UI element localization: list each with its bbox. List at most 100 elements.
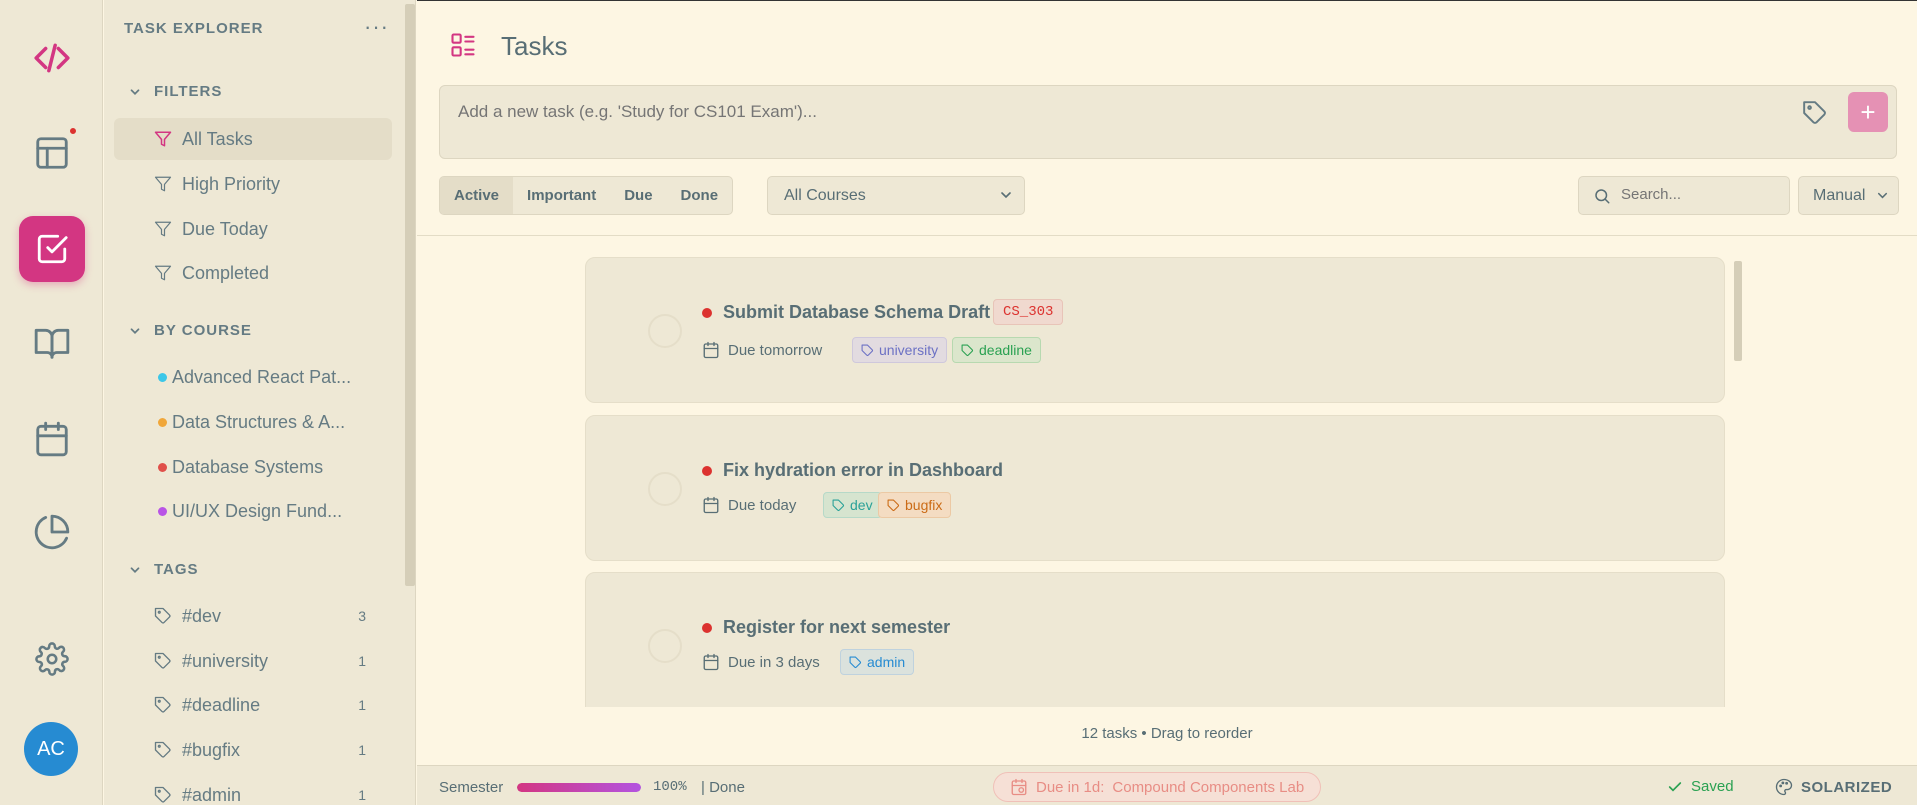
tag-icon — [849, 656, 861, 668]
filter-completed[interactable]: Completed — [114, 252, 392, 294]
course-item[interactable]: UI/UX Design Fund... — [114, 490, 392, 532]
search-input[interactable] — [1621, 186, 1781, 203]
tab-active[interactable]: Active — [440, 177, 514, 214]
user-avatar[interactable]: AC — [24, 722, 78, 776]
filter-label: All Tasks — [182, 128, 253, 149]
priority-dot — [702, 623, 712, 633]
filter-icon — [154, 131, 172, 147]
next-due-task: Compound Components Lab — [1112, 778, 1305, 796]
course-select[interactable]: All Courses — [767, 176, 1025, 215]
tags-section-header[interactable]: TAGS — [128, 561, 199, 578]
task-list: Submit Database Schema Draft CS_303 Due … — [585, 257, 1729, 707]
tag-chip[interactable]: deadline — [952, 337, 1041, 363]
tag-label: #bugfix — [182, 739, 241, 760]
tag-icon — [154, 741, 171, 758]
due-text: Due in 3 days — [728, 653, 820, 671]
sort-value: Manual — [1813, 186, 1866, 204]
tag-label: #dev — [182, 605, 222, 626]
course-item[interactable]: Data Structures & A... — [114, 401, 392, 443]
pie-chart-icon[interactable] — [0, 497, 103, 567]
tag-chip[interactable]: university — [852, 337, 948, 363]
page-title: Tasks — [501, 31, 568, 61]
semester-done-text: | Done — [701, 779, 745, 796]
task-checkbox[interactable] — [648, 472, 682, 506]
next-due-pill[interactable]: Due in 1d: Compound Components Lab — [993, 772, 1322, 802]
course-code-badge: CS_303 — [993, 299, 1064, 325]
main-panel: Tasks + Active Important Due Done All Co… — [417, 0, 1917, 805]
filter-high-priority[interactable]: High Priority — [114, 163, 392, 205]
activity-bar: AC — [0, 0, 103, 805]
course-label: Data Structures & A... — [172, 411, 346, 432]
tag-icon — [154, 786, 171, 803]
tag-chip[interactable]: bugfix — [878, 492, 952, 518]
book-icon[interactable] — [0, 308, 103, 378]
calendar-icon — [703, 653, 719, 671]
tag-chip-label: university — [879, 342, 939, 358]
tasks-check-icon — [18, 216, 85, 282]
by-course-section-header[interactable]: BY COURSE — [128, 322, 252, 339]
check-icon — [1668, 781, 1682, 792]
tag-item[interactable]: #bugfix 1 — [114, 729, 392, 771]
calendar-icon[interactable] — [0, 404, 103, 474]
priority-dot — [702, 466, 712, 476]
tag-icon — [154, 607, 171, 624]
tags-heading: TAGS — [154, 561, 199, 578]
tag-icon — [961, 344, 973, 356]
filters-section-header[interactable]: FILTERS — [128, 83, 222, 100]
task-title: Fix hydration error in Dashboard — [723, 460, 1004, 480]
logo-code-icon[interactable] — [0, 23, 103, 93]
filter-icon — [154, 265, 172, 281]
more-options-icon[interactable]: ··· — [364, 14, 389, 40]
tab-important[interactable]: Important — [513, 177, 610, 214]
tag-item[interactable]: #admin 1 — [114, 774, 392, 805]
palette-icon — [1775, 778, 1793, 796]
tag-item[interactable]: #deadline 1 — [114, 684, 392, 726]
course-item[interactable]: Advanced React Pat... — [114, 356, 392, 398]
tag-icon — [861, 344, 873, 356]
tab-due[interactable]: Due — [610, 177, 666, 214]
tab-done[interactable]: Done — [667, 177, 732, 214]
status-bar: Semester 100% | Done Due in 1d: Compound… — [417, 765, 1917, 805]
tag-count: 1 — [358, 787, 366, 803]
tag-count: 3 — [358, 608, 366, 624]
filter-all-tasks[interactable]: All Tasks — [114, 118, 392, 160]
task-card[interactable]: Fix hydration error in Dashboard Due tod… — [585, 415, 1725, 561]
tag-chip-label: admin — [867, 654, 906, 670]
task-checkbox[interactable] — [648, 629, 682, 663]
theme-switcher[interactable]: SOLARIZED — [1775, 778, 1892, 796]
dashboard-icon[interactable] — [0, 118, 103, 188]
add-task-input[interactable] — [458, 102, 1758, 122]
tasks-nav-button[interactable] — [0, 214, 103, 284]
semester-progress-bar — [517, 783, 641, 792]
filter-icon — [154, 176, 172, 192]
tag-chip-label: bugfix — [905, 497, 943, 513]
course-color-dot — [158, 463, 167, 472]
saved-indicator: Saved — [1667, 778, 1734, 795]
tag-icon — [832, 499, 844, 511]
sort-select[interactable]: Manual — [1798, 176, 1899, 215]
task-title: Submit Database Schema Draft — [723, 302, 991, 322]
sidebar-scrollbar[interactable] — [405, 4, 415, 586]
tag-count: 1 — [358, 653, 366, 669]
task-checkbox[interactable] — [648, 314, 682, 348]
course-item[interactable]: Database Systems — [114, 446, 392, 488]
divider — [417, 235, 1917, 236]
tag-item[interactable]: #university 1 — [114, 640, 392, 682]
task-card[interactable]: Submit Database Schema Draft CS_303 Due … — [585, 257, 1725, 403]
search-box — [1578, 176, 1790, 215]
task-list-scrollbar[interactable] — [1734, 261, 1742, 361]
search-icon — [1595, 189, 1610, 204]
tag-item[interactable]: #dev 3 — [114, 595, 392, 637]
tag-label: #university — [182, 650, 269, 671]
sidebar-title: TASK EXPLORER — [124, 20, 264, 37]
add-task-button[interactable]: + — [1848, 92, 1888, 132]
tag-chip[interactable]: admin — [840, 649, 915, 675]
tag-chip[interactable]: dev — [823, 492, 882, 518]
filter-due-today[interactable]: Due Today — [114, 208, 392, 250]
task-card[interactable]: Register for next semester Due in 3 days… — [585, 572, 1725, 707]
course-label: Advanced React Pat... — [172, 366, 352, 387]
chevron-down-icon — [130, 88, 140, 95]
settings-gear-icon[interactable] — [0, 624, 103, 694]
tag-icon[interactable] — [1802, 100, 1828, 126]
tag-chip-label: deadline — [979, 342, 1032, 358]
